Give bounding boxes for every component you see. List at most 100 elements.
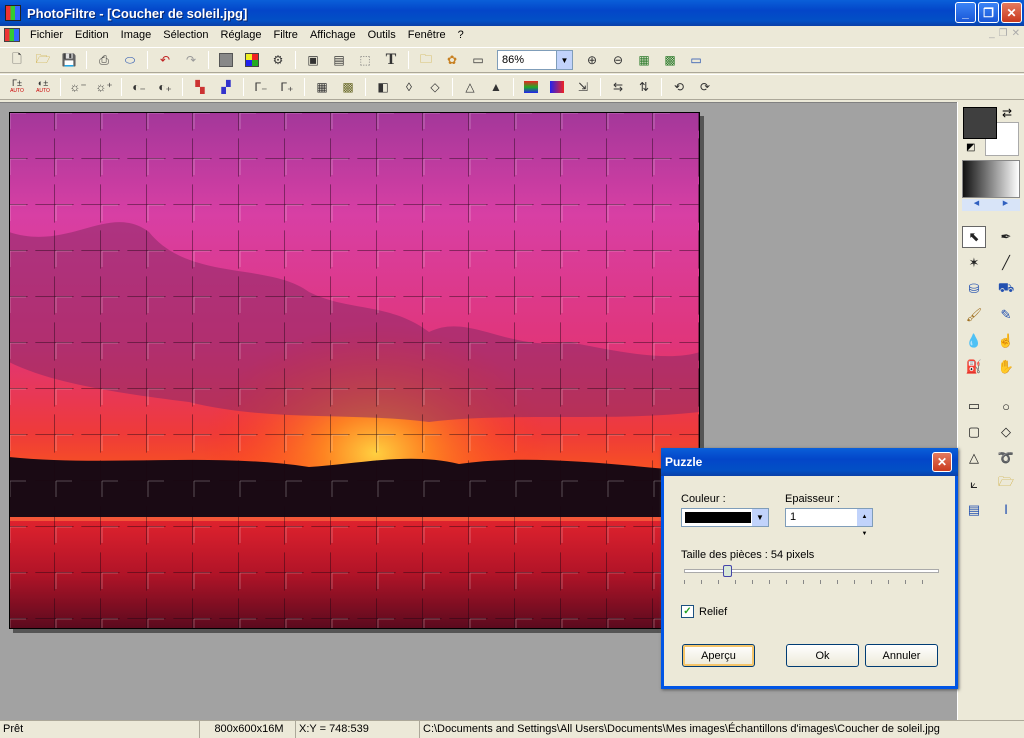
swap-colors-icon[interactable]: ⇄ [1002, 106, 1012, 120]
advanced-brush-icon[interactable]: ✎ [994, 304, 1018, 326]
brightness-minus-icon[interactable]: ☼⁻ [67, 76, 89, 98]
app-icon[interactable] [5, 5, 21, 21]
emboss-icon[interactable]: △ [459, 76, 481, 98]
saturation-plus-icon[interactable]: ▞ [215, 76, 237, 98]
mdi-minimize-icon[interactable]: _ [989, 28, 995, 39]
zoom-in-icon[interactable]: ⊕ [581, 49, 603, 71]
menu-help[interactable]: ? [452, 29, 470, 41]
epaisseur-spinner[interactable]: 1 ▲ ▼ [785, 508, 873, 537]
gamma-minus-icon[interactable]: Γ₋ [250, 76, 272, 98]
load-selection-icon[interactable]: 🗁 [994, 473, 1018, 495]
fill-bucket-icon[interactable]: ⛁ [962, 278, 986, 300]
image-canvas[interactable] [9, 112, 700, 629]
taille-slider-track[interactable] [684, 569, 939, 573]
apercu-button[interactable]: Aperçu [682, 644, 755, 667]
menu-fichier[interactable]: Fichier [24, 29, 69, 41]
contrast-plus-icon[interactable]: ◐₊ [154, 76, 176, 98]
menu-outils[interactable]: Outils [362, 29, 402, 41]
grayscale-icon[interactable] [215, 49, 237, 71]
chevron-down-icon[interactable]: ▼ [752, 509, 768, 526]
reset-colors-icon[interactable]: ◩ [966, 142, 975, 153]
outline-icon[interactable]: ▲ [485, 76, 507, 98]
sharpen-icon[interactable]: ◇ [424, 76, 446, 98]
couleur-select[interactable]: ▼ [681, 508, 769, 527]
redo-icon[interactable]: ↷ [180, 49, 202, 71]
spin-up-icon[interactable]: ▲ [862, 509, 868, 526]
dialog-close-button[interactable]: ✕ [932, 452, 952, 472]
ellipse-selection-icon[interactable]: ○ [994, 395, 1018, 417]
rotate-left-icon[interactable]: ⟲ [668, 76, 690, 98]
explorer-icon[interactable]: 🗀 [415, 49, 437, 71]
rounded-rectangle-icon[interactable]: ▢ [962, 421, 986, 443]
spin-down-icon[interactable]: ▼ [862, 526, 868, 543]
fit-window-icon[interactable]: ▩ [659, 49, 681, 71]
gamma-plus-icon[interactable]: Γ₊ [276, 76, 298, 98]
palette-icon[interactable] [241, 49, 263, 71]
saturation-minus-icon[interactable]: ▚ [189, 76, 211, 98]
clone-stamp-icon[interactable]: ⛽ [962, 356, 986, 378]
open-folder-icon[interactable]: 🗁 [32, 49, 54, 71]
menu-image[interactable]: Image [115, 29, 158, 41]
spray-icon[interactable]: ⛟ [994, 278, 1018, 300]
brush-icon[interactable]: 🖌 [962, 304, 986, 326]
color-balance-icon[interactable] [520, 76, 542, 98]
eyedropper-icon[interactable]: ✒ [994, 226, 1018, 248]
save-icon[interactable]: 💾 [58, 49, 80, 71]
blur-icon[interactable]: ◊ [398, 76, 420, 98]
menu-reglage[interactable]: Réglage [215, 29, 268, 41]
blur-drop-icon[interactable]: 💧 [962, 330, 986, 352]
plugin-icon[interactable]: ✿ [441, 49, 463, 71]
menu-fenetre[interactable]: Fenêtre [402, 29, 452, 41]
arrow-left-icon[interactable]: ◀ [974, 199, 979, 211]
auto-levels-icon[interactable]: Γ± AUTO [6, 76, 28, 98]
menu-affichage[interactable]: Affichage [304, 29, 362, 41]
rectangle-selection-icon[interactable]: ▭ [962, 395, 986, 417]
close-button[interactable]: ✕ [1001, 2, 1022, 23]
zoom-out-icon[interactable]: ⊖ [607, 49, 629, 71]
smudge-icon[interactable]: ☝ [994, 330, 1018, 352]
gradient-scroller[interactable]: ◀ ▶ [962, 199, 1020, 211]
maximize-button[interactable]: ❐ [978, 2, 999, 23]
selection-shape-icon[interactable]: ▤ [962, 499, 986, 521]
menu-filtre[interactable]: Filtre [267, 29, 303, 41]
mdi-close-icon[interactable]: ✕ [1012, 28, 1020, 39]
flip-horizontal-icon[interactable]: ⇆ [607, 76, 629, 98]
pointer-tool-icon[interactable]: ⬉ [962, 226, 986, 248]
rotate-right-icon[interactable]: ⟳ [694, 76, 716, 98]
browser-icon[interactable]: ▭ [467, 49, 489, 71]
text-tool-icon[interactable]: T [380, 49, 402, 71]
print-icon[interactable]: ⎙ [93, 49, 115, 71]
magic-wand-icon[interactable]: ✶ [962, 252, 986, 274]
document-icon[interactable] [4, 28, 20, 42]
automation-icon[interactable]: ⚙ [267, 49, 289, 71]
arrow-right-icon[interactable]: ▶ [1003, 199, 1008, 211]
lasso-icon[interactable]: ➰ [994, 447, 1018, 469]
triangle-selection-icon[interactable]: △ [962, 447, 986, 469]
foreground-color-swatch[interactable] [963, 107, 997, 139]
zoom-select[interactable]: 86% ▼ [497, 50, 573, 70]
negative-icon[interactable] [546, 76, 568, 98]
soften-icon[interactable]: ◧ [372, 76, 394, 98]
actual-size-icon[interactable]: ▦ [633, 49, 655, 71]
brightness-plus-icon[interactable]: ☼⁺ [93, 76, 115, 98]
line-tool-icon[interactable]: ╱ [994, 252, 1018, 274]
taille-slider-thumb[interactable] [723, 565, 733, 577]
grid-filter-icon[interactable]: ▦ [311, 76, 333, 98]
canvas-size-icon[interactable]: ▤ [328, 49, 350, 71]
scan-icon[interactable]: ⬭ [119, 49, 141, 71]
minimize-button[interactable]: _ [955, 2, 976, 23]
mdi-restore-icon[interactable]: ❐ [999, 28, 1008, 39]
polygon-lasso-icon[interactable]: ⟀ [962, 473, 986, 495]
gradient-preview[interactable] [962, 160, 1020, 198]
selection-icon[interactable]: ⬚ [354, 49, 376, 71]
diamond-selection-icon[interactable]: ◇ [994, 421, 1018, 443]
annuler-button[interactable]: Annuler [865, 644, 938, 667]
ok-button[interactable]: Ok [786, 644, 859, 667]
transform-icon[interactable]: ⇲ [572, 76, 594, 98]
chevron-down-icon[interactable]: ▼ [556, 51, 572, 69]
hand-tool-icon[interactable]: ✋ [994, 356, 1018, 378]
menu-selection[interactable]: Sélection [157, 29, 214, 41]
text-cursor-icon[interactable]: Ⅰ [994, 499, 1018, 521]
new-file-icon[interactable]: 🗋 [6, 49, 28, 71]
auto-contrast-icon[interactable]: ◐± AUTO [32, 76, 54, 98]
